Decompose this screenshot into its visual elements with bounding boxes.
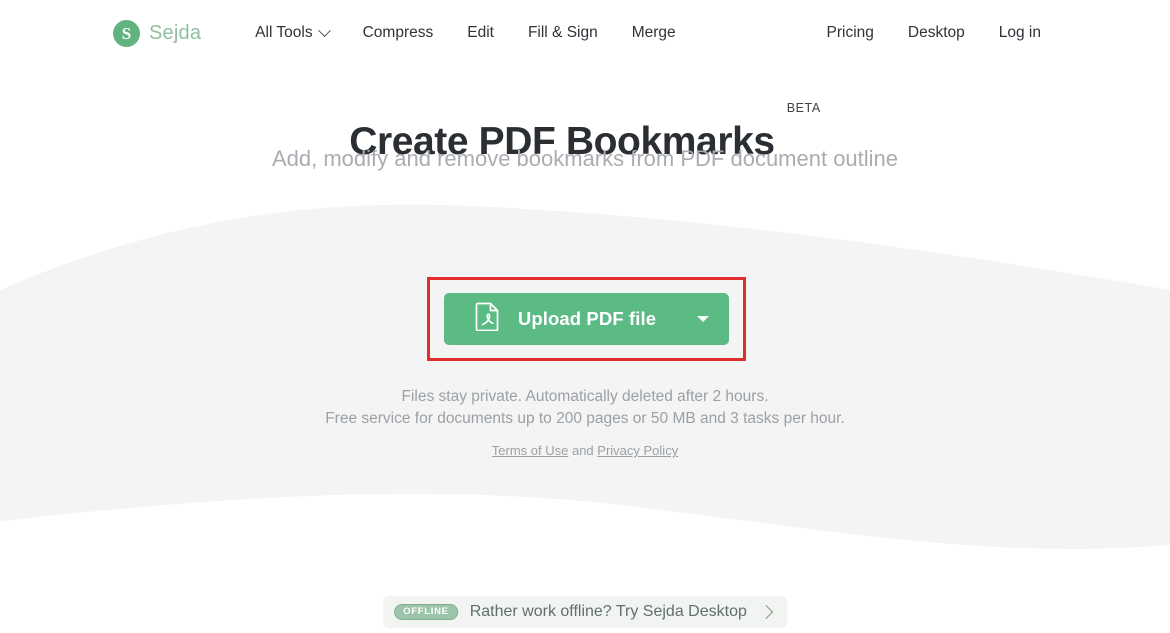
nav-item-label: Merge [631, 24, 676, 41]
privacy-note-line-1: Files stay private. Automatically delete… [401, 388, 769, 405]
upload-pdf-button[interactable]: Upload PDF file [444, 293, 729, 345]
caret-down-icon [697, 316, 709, 322]
nav-item-edit[interactable]: Edit [450, 18, 511, 48]
terms-of-use-link[interactable]: Terms of Use [492, 443, 569, 458]
nav-item-label: Edit [467, 24, 494, 41]
nav-item-label: Compress [362, 24, 434, 41]
title-row: Create PDF Bookmarks BETA [0, 96, 1170, 189]
primary-nav: All Tools Compress Edit Fill & Sign Merg… [255, 18, 693, 48]
brand-logo[interactable]: S Sejda [113, 19, 202, 47]
nav-item-fill-and-sign[interactable]: Fill & Sign [511, 18, 615, 48]
offline-banner-text: Rather work offline? Try Sejda Desktop [469, 603, 747, 620]
secondary-nav: Pricing Desktop Log in [827, 18, 1059, 48]
nav-item-label: Fill & Sign [527, 24, 598, 41]
nav-item-label: Pricing [826, 24, 874, 41]
nav-item-log-in[interactable]: Log in [982, 18, 1058, 48]
offline-badge: OFFLINE [394, 603, 458, 621]
brand-name: Sejda [149, 21, 202, 44]
privacy-notes: Files stay private. Automatically delete… [0, 386, 1170, 458]
legal-conjunction: and [568, 443, 598, 458]
page-subtitle: Add, modify and remove bookmarks from PD… [271, 146, 899, 171]
nav-item-label: All Tools [255, 24, 313, 41]
offline-desktop-banner[interactable]: OFFLINE Rather work offline? Try Sejda D… [383, 596, 787, 628]
privacy-policy-link[interactable]: Privacy Policy [597, 443, 678, 458]
nav-item-label: Log in [998, 24, 1041, 41]
nav-item-all-tools[interactable]: All Tools [255, 18, 345, 48]
brand-mark-letter: S [121, 23, 132, 43]
nav-item-desktop[interactable]: Desktop [891, 18, 982, 48]
nav-item-pricing[interactable]: Pricing [827, 18, 891, 48]
nav-item-merge[interactable]: Merge [615, 18, 693, 48]
top-navigation: S Sejda All Tools Compress Edit Fill & S… [0, 0, 1170, 66]
privacy-note-line-2: Free service for documents up to 200 pag… [325, 410, 845, 427]
sejda-logo-icon: S [113, 19, 140, 47]
nav-item-compress[interactable]: Compress [346, 18, 451, 48]
pdf-file-icon [475, 302, 500, 336]
chevron-down-icon [317, 23, 331, 37]
nav-item-label: Desktop [907, 24, 965, 41]
upload-button-main[interactable]: Upload PDF file [444, 293, 677, 345]
legal-links: Terms of Use and Privacy Policy [0, 443, 1170, 458]
chevron-right-icon [758, 604, 773, 620]
page-root: S Sejda All Tools Compress Edit Fill & S… [0, 0, 1170, 633]
upload-dropdown-toggle[interactable] [677, 293, 729, 345]
upload-button-label: Upload PDF file [517, 308, 657, 329]
beta-badge: BETA [786, 101, 821, 115]
